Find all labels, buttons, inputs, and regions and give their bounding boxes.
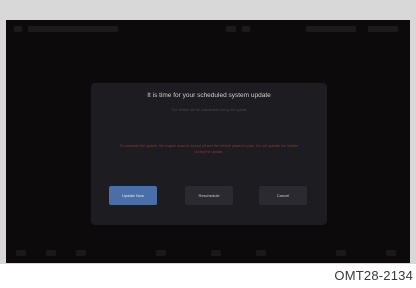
climate-icon[interactable]	[76, 250, 86, 256]
dialog-warning: To complete the update, the engine must …	[119, 144, 299, 154]
status-icon-left	[14, 26, 22, 32]
figure-code: OMT28-2134	[334, 268, 413, 283]
bottom-nav-bar	[6, 243, 410, 263]
media-icon[interactable]	[46, 250, 56, 256]
status-text	[28, 26, 118, 32]
wifi-icon	[242, 26, 250, 32]
display-bezel: It is time for your scheduled system upd…	[0, 0, 416, 264]
cancel-button[interactable]: Cancel	[259, 186, 307, 205]
volume-icon[interactable]	[256, 250, 266, 256]
status-text-right	[306, 26, 356, 32]
infotainment-screen: It is time for your scheduled system upd…	[6, 20, 410, 263]
settings-icon[interactable]	[386, 250, 396, 256]
status-bar	[6, 20, 410, 38]
clock-icon	[368, 26, 398, 32]
system-update-dialog: It is time for your scheduled system upd…	[91, 83, 327, 225]
dialog-subtitle: The vehicle will be unavailable during t…	[171, 108, 247, 112]
update-now-button[interactable]: Update Now	[109, 186, 157, 205]
temperature-down-icon[interactable]	[156, 250, 166, 256]
dialog-title: It is time for your scheduled system upd…	[147, 92, 271, 99]
temperature-up-icon[interactable]	[211, 250, 221, 256]
seat-heat-icon[interactable]	[336, 250, 346, 256]
reschedule-button[interactable]: Reschedule	[185, 186, 233, 205]
home-icon[interactable]	[16, 250, 26, 256]
signal-icon	[226, 26, 236, 32]
